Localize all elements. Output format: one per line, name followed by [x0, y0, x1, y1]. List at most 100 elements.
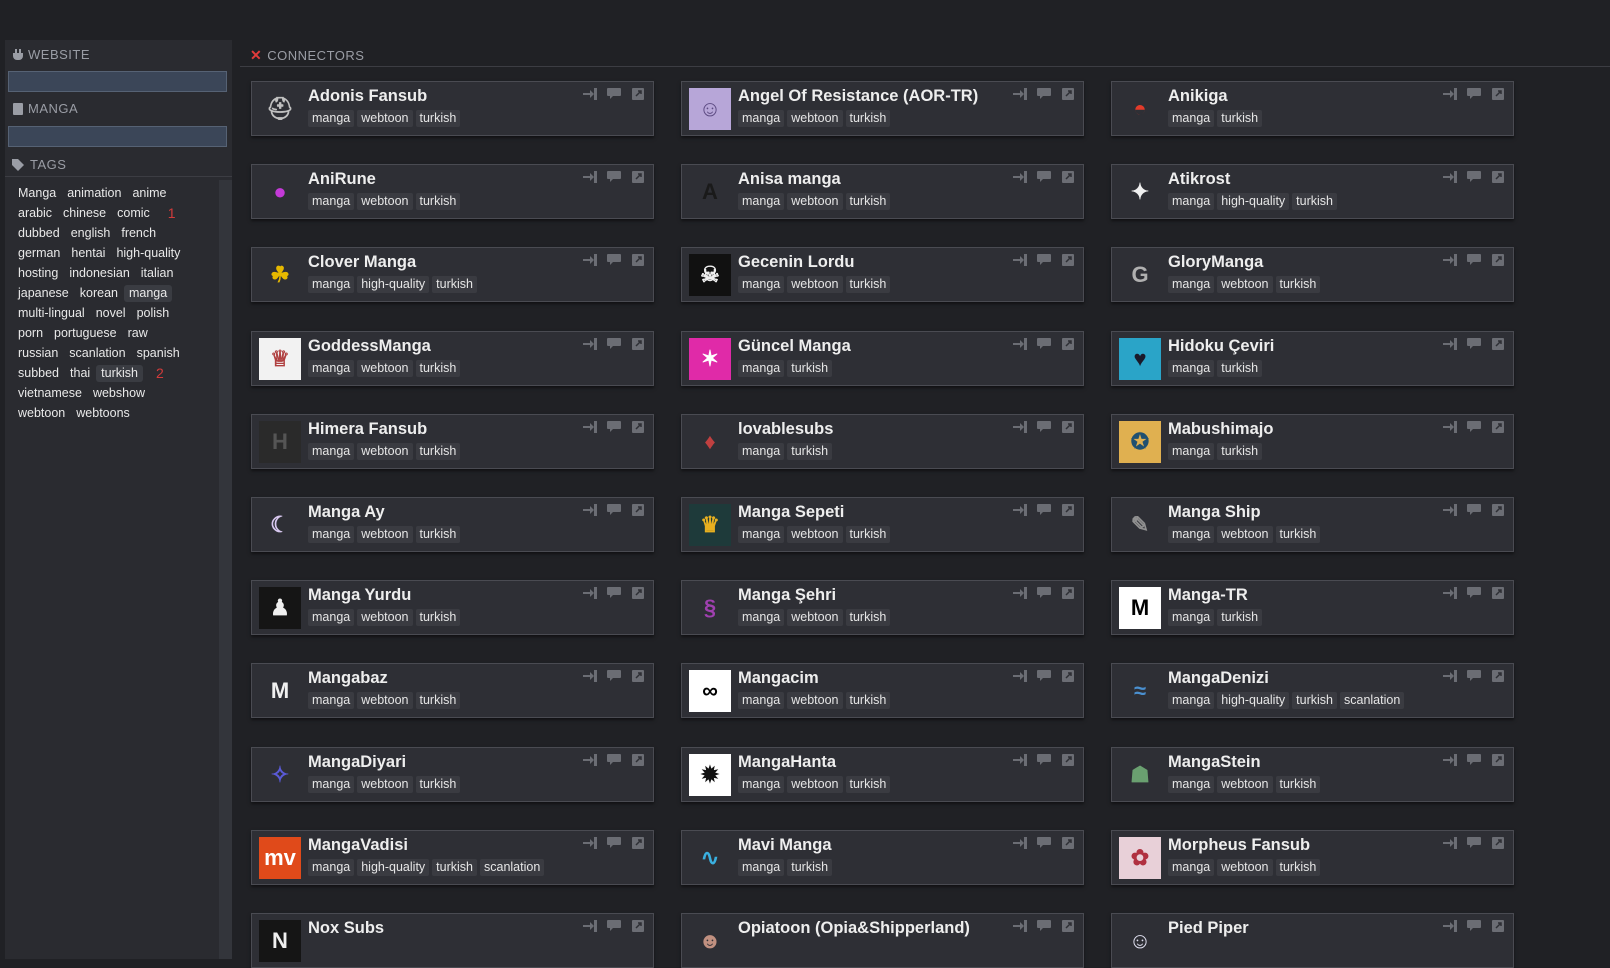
connector-card[interactable]: ✧ MangaDiyari manga webtoon turkish [251, 747, 654, 802]
external-link-icon[interactable] [631, 420, 645, 433]
tag-comic[interactable]: comic [112, 205, 155, 222]
login-icon[interactable] [1013, 170, 1027, 183]
login-icon[interactable] [1443, 253, 1457, 266]
connector-card[interactable]: ≈ MangaDenizi manga high-quality turkish scan… [1111, 663, 1514, 718]
external-link-icon[interactable] [631, 337, 645, 350]
login-icon[interactable] [583, 503, 597, 516]
login-icon[interactable] [1013, 753, 1027, 766]
connector-card[interactable]: ☺ Angel Of Resistance (AOR-TR) manga webtoo… [681, 81, 1084, 136]
login-icon[interactable] [1443, 919, 1457, 932]
tag-manga[interactable]: Manga [13, 185, 61, 202]
tag-scanlation[interactable]: scanlation [64, 345, 130, 362]
chat-icon[interactable] [607, 669, 621, 681]
connector-card[interactable]: ☾ Manga Ay manga webtoon turkish [251, 497, 654, 552]
chat-icon[interactable] [1467, 253, 1481, 265]
login-icon[interactable] [1013, 253, 1027, 266]
login-icon[interactable] [583, 87, 597, 100]
external-link-icon[interactable] [631, 503, 645, 516]
tag-turkish[interactable]: turkish [96, 364, 143, 382]
tag-spanish[interactable]: spanish [132, 345, 185, 362]
chat-icon[interactable] [1037, 87, 1051, 99]
external-link-icon[interactable] [631, 836, 645, 849]
connector-card[interactable]: § Manga Şehri manga webtoon turkish [681, 580, 1084, 635]
chat-icon[interactable] [1037, 919, 1051, 931]
external-link-icon[interactable] [1491, 586, 1505, 599]
chat-icon[interactable] [1037, 420, 1051, 432]
chat-icon[interactable] [1467, 919, 1481, 931]
chat-icon[interactable] [607, 87, 621, 99]
chat-icon[interactable] [1037, 170, 1051, 182]
connector-card[interactable]: ✪ Mabushimajo manga turkish [1111, 414, 1514, 469]
tag-manga[interactable]: manga [123, 284, 173, 302]
external-link-icon[interactable] [1491, 669, 1505, 682]
chat-icon[interactable] [1037, 586, 1051, 598]
chat-icon[interactable] [1037, 753, 1051, 765]
login-icon[interactable] [1443, 836, 1457, 849]
chat-icon[interactable] [1037, 836, 1051, 848]
tag-japanese[interactable]: japanese [13, 285, 74, 302]
external-link-icon[interactable] [1061, 253, 1075, 266]
tag-high-quality[interactable]: high-quality [111, 245, 185, 262]
tag-hosting[interactable]: hosting [13, 265, 63, 282]
connector-card[interactable]: ⛑ Adonis Fansub manga webtoon turkish [251, 81, 654, 136]
chat-icon[interactable] [1037, 669, 1051, 681]
external-link-icon[interactable] [1491, 170, 1505, 183]
connector-card[interactable]: ∞ Mangacim manga webtoon turkish [681, 663, 1084, 718]
external-link-icon[interactable] [1491, 253, 1505, 266]
connector-card[interactable]: ♥ Hidoku Çeviri manga turkish [1111, 331, 1514, 386]
tag-indonesian[interactable]: indonesian [64, 265, 134, 282]
manga-search-input[interactable] [8, 126, 227, 147]
tag-korean[interactable]: korean [75, 285, 123, 302]
login-icon[interactable] [1443, 170, 1457, 183]
external-link-icon[interactable] [631, 87, 645, 100]
tag-arabic[interactable]: arabic [13, 205, 57, 222]
login-icon[interactable] [1443, 753, 1457, 766]
connector-card[interactable]: H Himera Fansub manga webtoon turkish [251, 414, 654, 469]
login-icon[interactable] [1013, 503, 1027, 516]
connector-card[interactable]: ♕ GoddessManga manga webtoon turkish [251, 331, 654, 386]
login-icon[interactable] [583, 420, 597, 433]
login-icon[interactable] [1443, 87, 1457, 100]
login-icon[interactable] [1443, 337, 1457, 350]
login-icon[interactable] [583, 669, 597, 682]
external-link-icon[interactable] [1061, 87, 1075, 100]
tag-vietnamese[interactable]: vietnamese [13, 385, 87, 402]
tag-porn[interactable]: porn [13, 325, 48, 342]
sidebar-scrollbar[interactable] [219, 180, 232, 959]
tag-portuguese[interactable]: portuguese [49, 325, 122, 342]
connector-card[interactable]: mv MangaVadisi manga high-quality turkish sca… [251, 830, 654, 885]
login-icon[interactable] [583, 836, 597, 849]
connector-card[interactable]: ✦ Atikrost manga high-quality turkish [1111, 164, 1514, 219]
external-link-icon[interactable] [631, 919, 645, 932]
tag-french[interactable]: french [116, 225, 161, 242]
tag-english[interactable]: english [66, 225, 116, 242]
connector-card[interactable]: ☗ MangaStein manga webtoon turkish [1111, 747, 1514, 802]
chat-icon[interactable] [1467, 170, 1481, 182]
chat-icon[interactable] [1037, 337, 1051, 349]
connector-card[interactable]: M Mangabaz manga webtoon turkish [251, 663, 654, 718]
connector-card[interactable]: ● AniRune manga webtoon turkish [251, 164, 654, 219]
connector-card[interactable]: ♟ Manga Yurdu manga webtoon turkish [251, 580, 654, 635]
connector-card[interactable]: ♦ lovablesubs manga turkish [681, 414, 1084, 469]
tag-webtoon[interactable]: webtoon [13, 405, 70, 422]
chat-icon[interactable] [607, 170, 621, 182]
login-icon[interactable] [1443, 503, 1457, 516]
login-icon[interactable] [1013, 836, 1027, 849]
external-link-icon[interactable] [631, 586, 645, 599]
chat-icon[interactable] [607, 253, 621, 265]
external-link-icon[interactable] [1491, 753, 1505, 766]
login-icon[interactable] [1013, 87, 1027, 100]
chat-icon[interactable] [1037, 503, 1051, 515]
external-link-icon[interactable] [1061, 753, 1075, 766]
login-icon[interactable] [1443, 669, 1457, 682]
external-link-icon[interactable] [631, 170, 645, 183]
login-icon[interactable] [583, 753, 597, 766]
tag-anime[interactable]: anime [127, 185, 171, 202]
external-link-icon[interactable] [1491, 87, 1505, 100]
chat-icon[interactable] [1037, 253, 1051, 265]
tag-russian[interactable]: russian [13, 345, 63, 362]
login-icon[interactable] [1013, 669, 1027, 682]
external-link-icon[interactable] [1061, 503, 1075, 516]
tag-polish[interactable]: polish [132, 305, 175, 322]
external-link-icon[interactable] [1061, 586, 1075, 599]
